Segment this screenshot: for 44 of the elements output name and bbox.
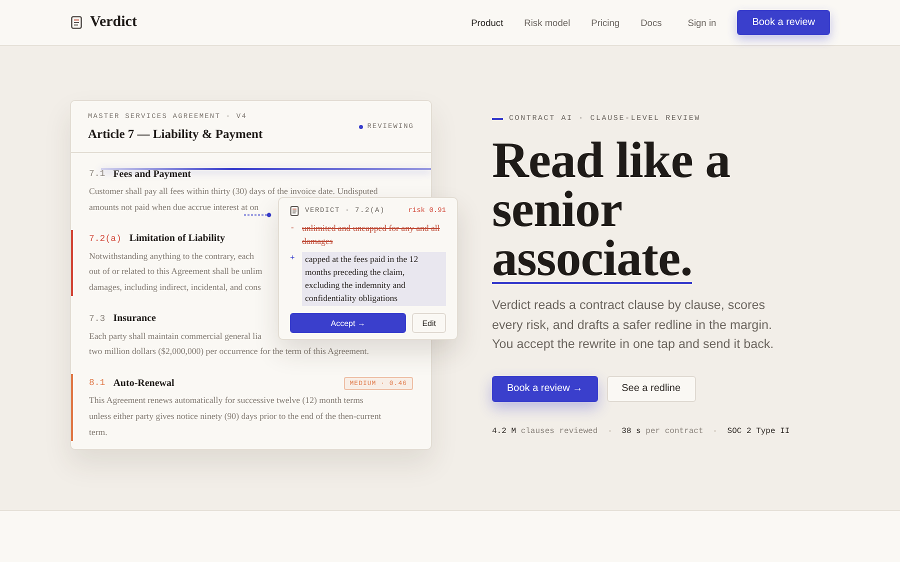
clause-number: 7.2(a) — [89, 234, 122, 244]
added-marker: + — [290, 253, 296, 265]
clause-text: Each party shall maintain commercial general lia — [89, 330, 262, 342]
book-review-button[interactable]: Book a review → — [492, 376, 598, 402]
clause-text: This Agreement renews automatically for successive twelve (12) month terms — [89, 395, 364, 406]
clause-number: 7.3 — [89, 314, 106, 324]
clause-title: Fees and Payment — [113, 168, 191, 180]
removed-text: unlimited and uncapped for any and all damages — [302, 222, 441, 248]
book-review-button[interactable]: Book a review — [737, 10, 830, 35]
clause-text: Customer shall pay all fees within thirty (30) days of the invoice date. Undisputed — [89, 186, 378, 197]
nav-link[interactable]: Docs — [640, 18, 662, 28]
clause-text: amounts not paid when due accrue interest at on — [89, 202, 259, 213]
document-icon — [290, 206, 299, 216]
logo-icon — [71, 16, 82, 29]
hero-heading: Read like a senior associate. — [492, 137, 732, 284]
brand-name: Verdict — [90, 14, 137, 31]
sign-in-link[interactable]: Sign in — [688, 18, 716, 28]
added-text: capped at the fees paid in the 12 months preceding the claim, excluding the indemnity and confidentiality obligations — [302, 252, 446, 306]
clause-title: Insurance — [113, 313, 156, 324]
clause-text: out of or related to this Agreement shall be unlim — [89, 266, 262, 278]
clause-number: 8.1 — [89, 378, 106, 388]
stat-text: 4.2 M clauses reviewed — [492, 426, 598, 436]
stat-text: SOC 2 Type II — [727, 426, 790, 436]
clause-text: unless either party gives notice ninety (90) days prior to the end of the then-current — [89, 410, 382, 422]
clause-title: Limitation of Liability — [129, 233, 225, 244]
clause-text: two million dollars ($2,000,000) per occurrence for the term of this Agreement. — [89, 346, 369, 358]
see-redline-button[interactable]: See a redline — [606, 376, 696, 402]
status-dot-icon — [359, 125, 364, 129]
nav-link[interactable]: Pricing — [591, 18, 620, 28]
accept-button[interactable]: Accept → — [290, 313, 406, 333]
stat-text: 38 s per contract — [622, 426, 704, 436]
clause-text: term. — [89, 426, 108, 438]
connector-line — [244, 212, 272, 218]
clause-text: damages, including indirect, incidental, and cons — [89, 282, 261, 293]
accent-line — [492, 118, 503, 120]
clause-text: Notwithstanding anything to the contrary, each — [89, 250, 254, 262]
clause-title: Auto-Renewal — [113, 378, 174, 389]
edit-button[interactable]: Edit — [412, 313, 446, 333]
hero-description: Verdict reads a contract clause by clause, scores every risk, and drafts a safer redline in the margin. You accept the rewrite in one tap and send it back. — [492, 297, 775, 354]
clause-number: 7.1 — [89, 169, 106, 179]
article-title: Article 7 — Liability & Payment — [88, 127, 263, 142]
nav-link[interactable]: Product — [471, 18, 504, 28]
removed-marker: - — [290, 223, 296, 235]
nav-link[interactable]: Risk model — [524, 18, 570, 28]
